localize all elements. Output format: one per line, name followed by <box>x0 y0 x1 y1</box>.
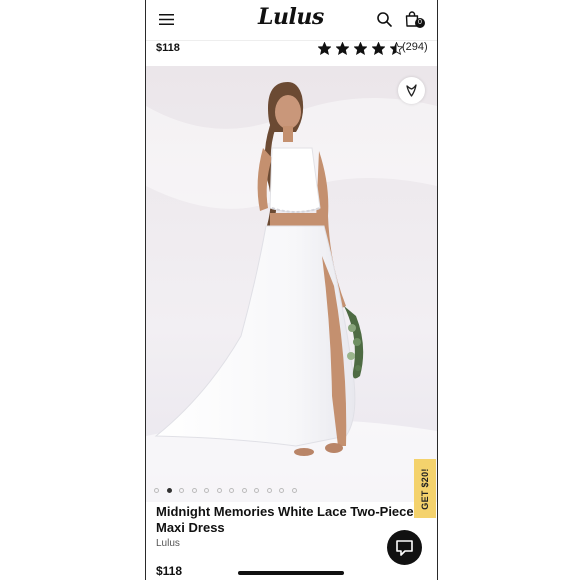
home-indicator <box>238 571 344 575</box>
heart-icon <box>406 84 417 97</box>
promo-tab[interactable]: GET $20! <box>414 459 436 518</box>
carousel-dot[interactable] <box>216 488 222 493</box>
product-image <box>146 66 437 502</box>
app-header: Lulus 0 <box>146 0 437 40</box>
product-brand[interactable]: Lulus <box>156 538 180 549</box>
phone-screen: Lulus 0 $118 (294) GET $20! Midnight Mem… <box>145 0 438 580</box>
carousel-dot[interactable] <box>241 488 247 493</box>
review-count[interactable]: (294) <box>402 41 428 53</box>
product-title: Midnight Memories White Lace Two-Piece M… <box>156 504 414 535</box>
carousel-dot[interactable] <box>204 488 209 493</box>
carousel-dot[interactable] <box>154 488 159 493</box>
cart-count-badge: 0 <box>415 18 425 28</box>
chat-icon <box>396 540 413 556</box>
chat-button[interactable] <box>387 530 422 565</box>
product-photo[interactable] <box>146 66 437 502</box>
summary-price: $118 <box>156 42 180 54</box>
carousel-dot[interactable] <box>279 488 284 493</box>
carousel-dot[interactable] <box>179 488 184 493</box>
search-icon[interactable] <box>377 12 392 27</box>
brand-logo[interactable]: Lulus <box>258 4 324 30</box>
star-full-icon <box>354 42 367 56</box>
carousel-dot[interactable] <box>254 488 259 493</box>
promo-label: GET $20! <box>420 467 430 510</box>
star-full-icon <box>372 42 385 56</box>
carousel-dot[interactable] <box>291 488 297 493</box>
carousel-dot[interactable] <box>166 488 172 493</box>
favorite-button[interactable] <box>398 77 425 104</box>
star-rating[interactable] <box>318 40 408 56</box>
summary-bar: $118 (294) <box>146 40 437 67</box>
carousel-dot[interactable] <box>266 488 272 493</box>
carousel-dot[interactable] <box>191 488 197 493</box>
star-full-icon <box>318 42 331 56</box>
menu-icon[interactable] <box>159 13 174 26</box>
star-full-icon <box>336 42 349 56</box>
carousel-dot[interactable] <box>229 488 234 493</box>
product-price: $118 <box>156 564 183 578</box>
